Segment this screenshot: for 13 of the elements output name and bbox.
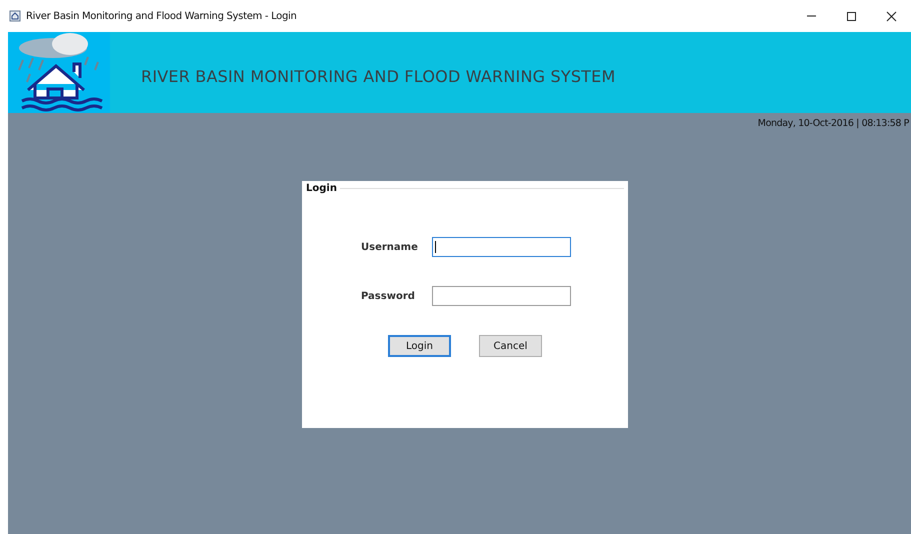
group-legend: Login	[306, 183, 337, 194]
window-title: River Basin Monitoring and Flood Warning System - Login	[26, 10, 297, 22]
close-icon[interactable]	[886, 10, 896, 22]
field-label: Username	[361, 242, 419, 252]
maximize-icon[interactable]	[846, 10, 856, 22]
input-field[interactable]	[432, 286, 571, 306]
date-time: Monday, 10-Oct-2016 | 08:13:58 P	[758, 118, 909, 129]
dialog-button[interactable]: Login	[388, 335, 451, 357]
field-label: Password	[361, 290, 416, 302]
dialog-button[interactable]: Cancel	[479, 335, 542, 357]
house-icon	[9, 10, 21, 22]
input-field[interactable]	[432, 237, 571, 257]
app-title: RIVER BASIN MONITORING AND FLOOD WARNING SYSTEM	[141, 67, 616, 86]
